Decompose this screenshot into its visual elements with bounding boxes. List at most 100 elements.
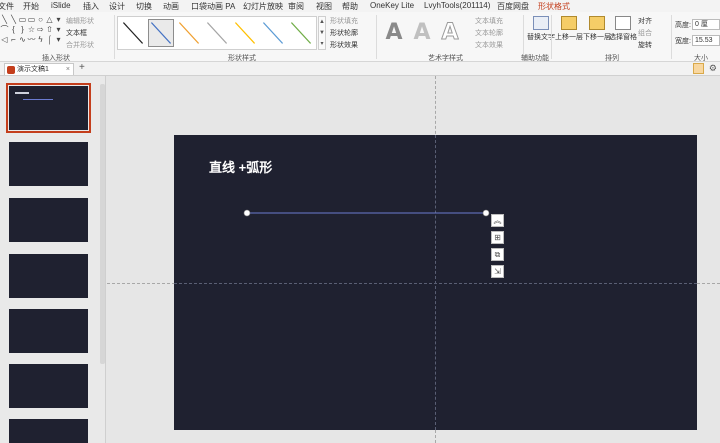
- settings-icon[interactable]: ⚙: [709, 63, 717, 74]
- shape-style-gallery[interactable]: [117, 16, 317, 50]
- bring-forward-button[interactable]: 上移一层: [555, 16, 583, 42]
- tab-design[interactable]: 设计: [109, 1, 125, 12]
- tab-home[interactable]: 开始: [23, 1, 39, 12]
- tab-animations[interactable]: 动画: [163, 1, 179, 12]
- oval-icon[interactable]: ○: [36, 15, 45, 24]
- tab-view[interactable]: 视图: [316, 1, 332, 12]
- arrow-icon[interactable]: ⇧: [45, 25, 54, 34]
- layout-options-icon[interactable]: ︽: [491, 214, 504, 227]
- new-tab-button[interactable]: +: [79, 62, 85, 73]
- edit-shape-button[interactable]: 编辑形状: [66, 16, 94, 26]
- slide-thumbnail[interactable]: [9, 309, 88, 353]
- line-shape-icon[interactable]: ╲: [9, 15, 18, 24]
- curve-icon[interactable]: ⌒: [0, 25, 9, 34]
- tab-slideshow[interactable]: 幻灯片放映: [243, 1, 283, 12]
- tab-file[interactable]: 文件: [0, 1, 14, 12]
- text-outline-button[interactable]: 文本轮廓: [475, 28, 503, 38]
- slide-canvas: 直线 +弧形 ︽ ⊞ ⧉ ⇲: [107, 76, 720, 443]
- triangle-icon[interactable]: ◁: [0, 35, 9, 44]
- slide-thumbnail[interactable]: [9, 364, 88, 408]
- slide-thumbnail[interactable]: [9, 254, 88, 298]
- triangle-icon[interactable]: △: [45, 15, 54, 24]
- style-swatch[interactable]: [232, 19, 258, 47]
- alt-text-icon: [533, 16, 549, 30]
- slide-thumbnail-pane: [0, 76, 106, 443]
- shape-gallery[interactable]: ╲ ╲ ▭ ▭ ○ △ ▾ ⌒ { } ☆ ⇨ ⇧ ▾ ◁ ⌐ ∿ 〰 ϟ ⌠ …: [0, 15, 62, 47]
- rotate-button[interactable]: 旋转: [638, 40, 652, 50]
- send-backward-button[interactable]: 下移一层: [583, 16, 611, 42]
- tab-baidu-netdisk[interactable]: 百度网盘: [497, 1, 529, 12]
- thumbnail-scrollbar[interactable]: [100, 84, 105, 364]
- slide-thumbnail[interactable]: [9, 142, 88, 186]
- thumbnail-line-mark: [23, 99, 53, 100]
- document-tab[interactable]: 演示文稿1 ×: [4, 63, 74, 75]
- style-swatch-selected[interactable]: [148, 19, 174, 47]
- group-button[interactable]: 组合: [638, 28, 652, 38]
- brace-icon[interactable]: ⌠: [45, 35, 54, 44]
- align-button[interactable]: 对齐: [638, 16, 652, 26]
- more-shapes-icon[interactable]: ▾: [54, 25, 63, 34]
- text-box-button[interactable]: 文本框: [66, 28, 87, 38]
- more-shapes-icon[interactable]: ▾: [54, 15, 63, 24]
- copy-format-icon[interactable]: ⧉: [491, 248, 504, 261]
- width-label: 宽度:: [675, 38, 691, 45]
- slide-thumbnail[interactable]: [9, 419, 88, 443]
- bring-forward-icon: [561, 16, 577, 30]
- link-icon[interactable]: ⇲: [491, 265, 504, 278]
- add-icon[interactable]: ⊞: [491, 231, 504, 244]
- height-input[interactable]: 0 厘: [692, 19, 720, 30]
- wordart-style-outline[interactable]: A: [437, 18, 463, 48]
- lightning-icon[interactable]: ϟ: [36, 35, 45, 44]
- slide[interactable]: 直线 +弧形: [174, 135, 697, 430]
- tab-help[interactable]: 帮助: [342, 1, 358, 12]
- style-swatch[interactable]: [288, 19, 314, 47]
- slide-thumbnail[interactable]: [9, 198, 88, 242]
- bracket-icon[interactable]: }: [18, 25, 27, 34]
- tab-review[interactable]: 审阅: [288, 1, 304, 12]
- wordart-style-plain[interactable]: A: [381, 18, 407, 48]
- divider: [671, 15, 672, 59]
- shape-fill-button[interactable]: 形状填充: [330, 16, 358, 26]
- user-icon[interactable]: [693, 63, 704, 74]
- line-start-handle[interactable]: [243, 209, 251, 217]
- shape-outline-button[interactable]: 形状轮廓: [330, 28, 358, 38]
- merge-shapes-button[interactable]: 合并形状: [66, 40, 94, 50]
- selected-line-shape[interactable]: [174, 135, 697, 430]
- freeform-icon[interactable]: ∿: [18, 35, 27, 44]
- star-icon[interactable]: ☆: [27, 25, 36, 34]
- bring-forward-label: 上移一层: [555, 34, 583, 41]
- tab-insert[interactable]: 插入: [83, 1, 99, 12]
- line-end-handle[interactable]: [482, 209, 490, 217]
- text-fill-button[interactable]: 文本填充: [475, 16, 503, 26]
- tab-lvyhtools[interactable]: LvyhTools(201114): [424, 1, 490, 10]
- tab-islide[interactable]: iSlide: [51, 1, 71, 10]
- style-swatch[interactable]: [176, 19, 202, 47]
- text-effects-button[interactable]: 文本效果: [475, 40, 503, 50]
- selection-pane-button[interactable]: 选择窗格: [609, 16, 637, 42]
- scribble-icon[interactable]: 〰: [27, 35, 36, 44]
- divider: [551, 15, 552, 59]
- height-label: 高度:: [675, 22, 691, 29]
- style-swatch[interactable]: [260, 19, 286, 47]
- bracket-icon[interactable]: {: [9, 25, 18, 34]
- shape-effects-button[interactable]: 形状效果: [330, 40, 358, 50]
- slide-thumbnail[interactable]: [6, 83, 91, 133]
- selection-pane-icon: [615, 16, 631, 30]
- line-shape-icon[interactable]: ╲: [0, 15, 9, 24]
- style-swatch[interactable]: [120, 19, 146, 47]
- rectangle-icon[interactable]: ▭: [18, 15, 27, 24]
- tab-onekey[interactable]: OneKey Lite: [370, 1, 414, 10]
- style-gallery-scroll[interactable]: ▲ ▼ ▾: [318, 16, 326, 50]
- wordart-style-light[interactable]: A: [409, 18, 435, 48]
- expand-icon[interactable]: ▾: [54, 35, 63, 44]
- thumbnail-title-mark: [15, 92, 29, 94]
- tab-transitions[interactable]: 切换: [136, 1, 152, 12]
- connector-icon[interactable]: ⌐: [9, 35, 18, 44]
- tab-pocket-animation[interactable]: 口袋动画 PA: [191, 1, 235, 12]
- width-input[interactable]: 15.53: [692, 35, 720, 46]
- arrow-icon[interactable]: ⇨: [36, 25, 45, 34]
- powerpoint-icon: [7, 66, 15, 74]
- close-tab-icon[interactable]: ×: [66, 64, 70, 75]
- rectangle-icon[interactable]: ▭: [27, 15, 36, 24]
- style-swatch[interactable]: [204, 19, 230, 47]
